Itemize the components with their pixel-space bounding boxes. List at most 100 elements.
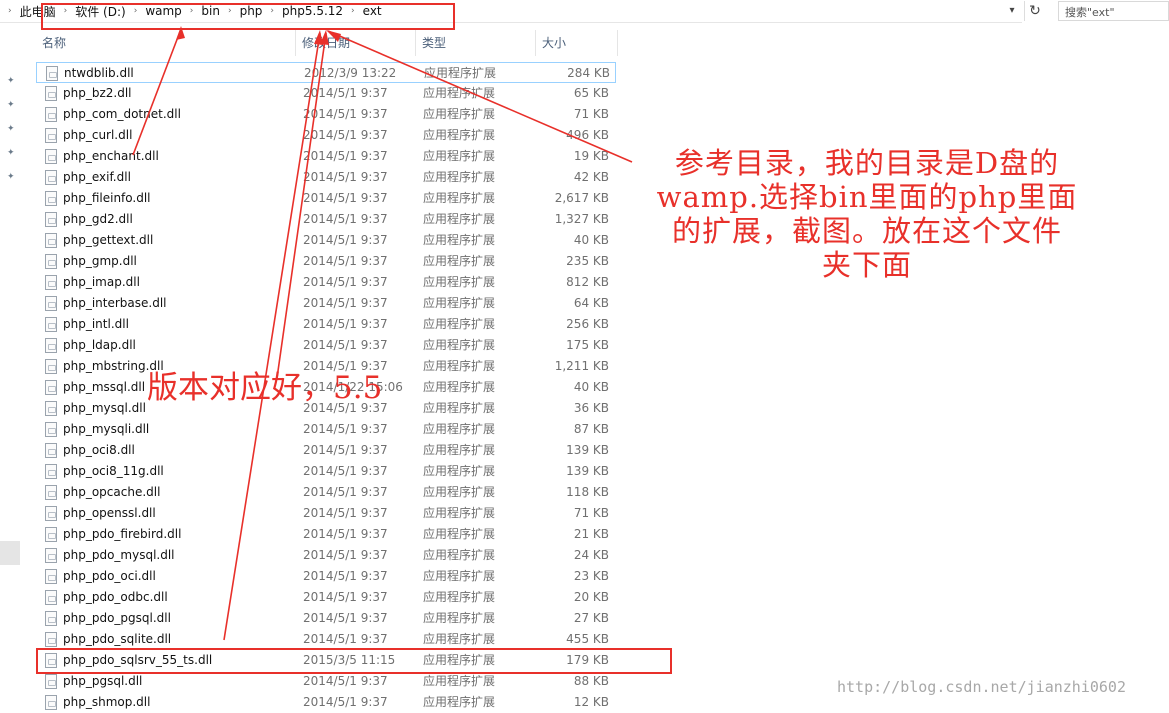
navigation-pane: ✦ ✦ ✦ ✦ ✦ xyxy=(0,24,22,708)
dll-file-icon xyxy=(46,66,58,81)
dll-file-icon xyxy=(45,338,57,353)
file-row[interactable]: ntwdblib.dll 2012/3/9 13:22 应用程序扩展 284 KB xyxy=(36,62,616,83)
file-row[interactable]: php_pdo_odbc.dll 2014/5/1 9:37 应用程序扩展 20 KB xyxy=(36,587,616,608)
file-size: 175 KB xyxy=(566,338,609,352)
file-type: 应用程序扩展 xyxy=(423,359,496,373)
file-name: php_imap.dll xyxy=(63,275,140,289)
file-row[interactable]: php_opcache.dll 2014/5/1 9:37 应用程序扩展 118 KB xyxy=(36,482,616,503)
column-name-header[interactable]: 名称 xyxy=(36,30,296,56)
file-row[interactable]: php_com_dotnet.dll 2014/5/1 9:37 应用程序扩展 71 … xyxy=(36,104,616,125)
file-type: 应用程序扩展 xyxy=(423,695,496,709)
dll-file-icon xyxy=(45,548,57,563)
file-size: 1,211 KB xyxy=(554,359,609,373)
file-row[interactable]: php_pgsql.dll 2014/5/1 9:37 应用程序扩展 88 KB xyxy=(36,671,616,692)
pin-icon[interactable]: ✦ xyxy=(7,76,15,86)
file-name: php_fileinfo.dll xyxy=(63,191,151,205)
file-row[interactable]: php_pdo_mysql.dll 2014/5/1 9:37 应用程序扩展 24 K… xyxy=(36,545,616,566)
file-row[interactable]: php_oci8_11g.dll 2014/5/1 9:37 应用程序扩展 139 K… xyxy=(36,461,616,482)
file-size: 27 KB xyxy=(573,611,609,625)
dll-file-icon xyxy=(45,632,57,647)
file-row[interactable]: php_openssl.dll 2014/5/1 9:37 应用程序扩展 71 KB xyxy=(36,503,616,524)
dll-file-icon xyxy=(45,254,57,269)
file-row[interactable]: php_interbase.dll 2014/5/1 9:37 应用程序扩展 64 K… xyxy=(36,293,616,314)
column-date-header[interactable]: 修改日期 xyxy=(296,30,416,56)
refresh-icon[interactable]: ↻ xyxy=(1024,1,1045,21)
chevron-right-icon[interactable]: › xyxy=(8,6,12,16)
file-type: 应用程序扩展 xyxy=(423,149,496,163)
file-date: 2014/5/1 9:37 xyxy=(303,527,388,541)
file-date: 2014/5/1 9:37 xyxy=(303,254,388,268)
dll-file-icon xyxy=(45,569,57,584)
dll-file-icon xyxy=(45,191,57,206)
pin-icon[interactable]: ✦ xyxy=(7,172,15,182)
file-name: php_mysql.dll xyxy=(63,401,146,415)
file-row[interactable]: php_ldap.dll 2014/5/1 9:37 应用程序扩展 175 KB xyxy=(36,335,616,356)
file-size: 64 KB xyxy=(573,296,609,310)
file-type: 应用程序扩展 xyxy=(424,66,497,80)
file-row[interactable]: php_shmop.dll 2014/5/1 9:37 应用程序扩展 12 KB xyxy=(36,692,616,713)
pin-icon[interactable]: ✦ xyxy=(7,100,15,110)
file-type: 应用程序扩展 xyxy=(423,422,496,436)
file-name: php_ldap.dll xyxy=(63,338,136,352)
file-size: 256 KB xyxy=(566,317,609,331)
dll-file-icon xyxy=(45,506,57,521)
file-type: 应用程序扩展 xyxy=(423,338,496,352)
file-date: 2014/5/1 9:37 xyxy=(303,191,388,205)
file-row[interactable]: php_curl.dll 2014/5/1 9:37 应用程序扩展 496 KB xyxy=(36,125,616,146)
file-size: 812 KB xyxy=(566,275,609,289)
file-row[interactable]: php_gettext.dll 2014/5/1 9:37 应用程序扩展 40 KB xyxy=(36,230,616,251)
file-name: php_pgsql.dll xyxy=(63,674,143,688)
dll-file-icon xyxy=(45,149,57,164)
file-row[interactable]: php_mysqli.dll 2014/5/1 9:37 应用程序扩展 87 KB xyxy=(36,419,616,440)
file-type: 应用程序扩展 xyxy=(423,296,496,310)
dll-file-icon xyxy=(45,464,57,479)
file-name: php_com_dotnet.dll xyxy=(63,107,181,121)
dll-file-icon xyxy=(45,590,57,605)
file-date: 2014/5/1 9:37 xyxy=(303,695,388,709)
nav-selected-item[interactable] xyxy=(0,541,20,565)
column-type-header[interactable]: 类型 xyxy=(416,30,536,56)
file-type: 应用程序扩展 xyxy=(423,506,496,520)
file-row[interactable]: php_exif.dll 2014/5/1 9:37 应用程序扩展 42 KB xyxy=(36,167,616,188)
file-name: php_pdo_firebird.dll xyxy=(63,527,182,541)
file-name: php_mysqli.dll xyxy=(63,422,150,436)
file-row[interactable]: php_imap.dll 2014/5/1 9:37 应用程序扩展 812 KB xyxy=(36,272,616,293)
file-row[interactable]: php_intl.dll 2014/5/1 9:37 应用程序扩展 256 KB xyxy=(36,314,616,335)
file-name: php_oci8_11g.dll xyxy=(63,464,164,478)
file-type: 应用程序扩展 xyxy=(423,254,496,268)
file-row[interactable]: php_oci8.dll 2014/5/1 9:37 应用程序扩展 139 KB xyxy=(36,440,616,461)
chevron-down-icon[interactable]: ▾ xyxy=(1004,3,1020,19)
file-row[interactable]: php_pdo_sqlite.dll 2014/5/1 9:37 应用程序扩展 455… xyxy=(36,629,616,650)
dll-file-icon xyxy=(45,674,57,689)
file-type: 应用程序扩展 xyxy=(423,674,496,688)
file-row[interactable]: php_pdo_oci.dll 2014/5/1 9:37 应用程序扩展 23 KB xyxy=(36,566,616,587)
file-date: 2014/5/1 9:37 xyxy=(303,317,388,331)
file-row[interactable]: php_pdo_firebird.dll 2014/5/1 9:37 应用程序扩展 2… xyxy=(36,524,616,545)
pin-icon[interactable]: ✦ xyxy=(7,148,15,158)
file-type: 应用程序扩展 xyxy=(423,443,496,457)
file-type: 应用程序扩展 xyxy=(423,464,496,478)
dll-file-icon xyxy=(45,128,57,143)
file-size: 19 KB xyxy=(573,149,609,163)
file-row[interactable]: php_pdo_pgsql.dll 2014/5/1 9:37 应用程序扩展 27 K… xyxy=(36,608,616,629)
file-name: php_gmp.dll xyxy=(63,254,137,268)
file-size: 21 KB xyxy=(573,527,609,541)
file-date: 2014/5/1 9:37 xyxy=(303,170,388,184)
file-name: php_mssql.dll xyxy=(63,380,146,394)
search-input[interactable]: 搜索"ext" xyxy=(1058,1,1169,21)
pin-icon[interactable]: ✦ xyxy=(7,124,15,134)
file-date: 2014/5/1 9:37 xyxy=(303,632,388,646)
file-row[interactable]: php_enchant.dll 2014/5/1 9:37 应用程序扩展 19 KB xyxy=(36,146,616,167)
file-name: php_gd2.dll xyxy=(63,212,133,226)
file-date: 2014/5/1 9:37 xyxy=(303,86,388,100)
dll-file-icon xyxy=(45,212,57,227)
file-row[interactable]: php_gmp.dll 2014/5/1 9:37 应用程序扩展 235 KB xyxy=(36,251,616,272)
file-date: 2014/5/1 9:37 xyxy=(303,506,388,520)
file-row[interactable]: php_gd2.dll 2014/5/1 9:37 应用程序扩展 1,327 KB xyxy=(36,209,616,230)
file-row[interactable]: php_fileinfo.dll 2014/5/1 9:37 应用程序扩展 2,617… xyxy=(36,188,616,209)
annotation-line: 夹下面 xyxy=(821,248,912,282)
path-annotation: 参考目录，我的目录是D盘的 wamp.选择bin里面的php里面 的扩展，截图。… xyxy=(630,146,1104,282)
file-row[interactable]: php_bz2.dll 2014/5/1 9:37 应用程序扩展 65 KB xyxy=(36,83,616,104)
column-size-header[interactable]: 大小 xyxy=(536,30,618,56)
file-size: 496 KB xyxy=(566,128,609,142)
